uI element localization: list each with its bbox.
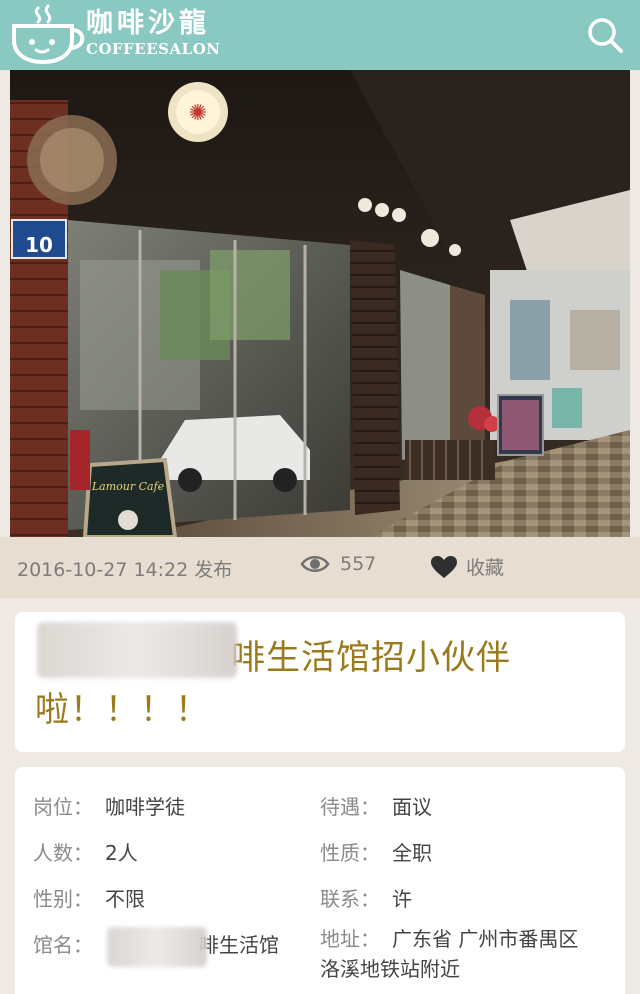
detail-value: 许: [392, 887, 412, 911]
detail-value: 不限: [105, 887, 145, 911]
brand-name-cn: 咖啡沙龍: [86, 8, 210, 39]
search-button[interactable]: [584, 14, 626, 56]
detail-label: 人数：: [33, 841, 93, 865]
street-sign-number: 10: [25, 233, 53, 257]
detail-label: 性质：: [320, 841, 380, 865]
detail-label: 馆名：: [33, 933, 93, 957]
detail-value: 全职: [392, 841, 432, 865]
detail-label: 待遇：: [320, 795, 380, 819]
job-details-card: 岗位： 咖啡学徒 待遇： 面议 人数： 2人 性质： 全职 性别： 不限 联系： 许 馆名：…: [15, 767, 625, 994]
cafe-storefront-photo[interactable]: ✺ 10 Lamour Cafe: [10, 70, 630, 537]
detail-job-type: 性质： 全职: [320, 838, 432, 868]
detail-gender: 性别： 不限: [33, 884, 145, 914]
brand-name: 咖啡沙龍 COFFEESALON: [86, 8, 220, 58]
redacted-venue: [107, 927, 207, 967]
detail-value-line2: 洛溪地铁站附近: [320, 957, 460, 981]
detail-contact: 联系： 许: [320, 884, 412, 914]
favorite-button[interactable]: 收藏: [430, 553, 504, 580]
detail-label: 联系：: [320, 887, 380, 911]
detail-address: 地址： 广东省 广州市番禺区 洛溪地铁站附近: [320, 924, 578, 984]
app-header: 咖啡沙龍 COFFEESALON: [0, 0, 640, 70]
detail-value: 咖啡学徒: [105, 795, 185, 819]
detail-label: 岗位：: [33, 795, 93, 819]
detail-label: 性别：: [33, 887, 93, 911]
view-count: 557: [300, 553, 376, 575]
heart-icon: [431, 555, 457, 578]
detail-value: 广东省 广州市番禺区: [392, 927, 579, 951]
detail-value: 面议: [392, 795, 432, 819]
detail-position: 岗位： 咖啡学徒: [33, 792, 185, 822]
detail-label: 地址：: [320, 927, 380, 951]
post-title-line2: 啦！！！！: [35, 690, 210, 730]
eye-icon: [300, 556, 330, 572]
detail-salary: 待遇： 面议: [320, 792, 432, 822]
brand-name-en: COFFEESALON: [86, 40, 221, 58]
view-count-value: 557: [340, 553, 377, 575]
favorite-label: 收藏: [466, 557, 505, 579]
post-title-card: 啡生活馆招小伙伴 啦！！！！: [15, 612, 625, 752]
svg-text:✺: ✺: [189, 101, 207, 126]
post-meta-bar: 2016-10-27 14:22 发布 557 收藏: [0, 537, 640, 598]
detail-value: 啡生活馆: [199, 933, 279, 957]
post-date: 2016-10-27 14:22 发布: [17, 559, 233, 581]
search-icon: [588, 18, 623, 53]
chalkboard-text: Lamour Cafe: [91, 480, 165, 493]
redacted-name: [37, 622, 237, 678]
detail-headcount: 人数： 2人: [33, 838, 138, 868]
coffee-cup-logo-icon[interactable]: [8, 4, 88, 66]
detail-value: 2人: [105, 841, 138, 865]
